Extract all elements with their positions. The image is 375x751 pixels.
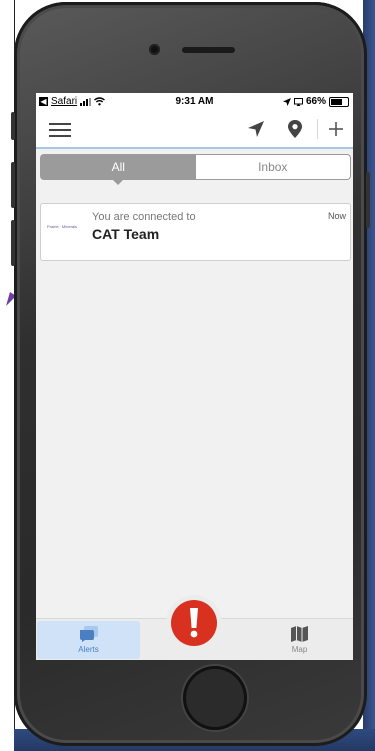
alerts-chat-icon bbox=[79, 626, 98, 642]
map-icon bbox=[291, 626, 308, 642]
volume-up-button bbox=[11, 162, 15, 208]
tab-alerts[interactable]: Alerts bbox=[37, 621, 140, 659]
organization-logo: Prairie ∙ Minerals bbox=[47, 224, 78, 229]
location-services-icon bbox=[282, 97, 291, 106]
alert-list-item[interactable]: Prairie ∙ Minerals You are connected to … bbox=[40, 203, 351, 261]
battery-icon bbox=[329, 96, 349, 107]
add-icon[interactable] bbox=[326, 119, 346, 139]
front-camera bbox=[149, 44, 160, 55]
home-button[interactable] bbox=[183, 666, 247, 730]
alert-subtitle: You are connected to bbox=[92, 211, 196, 223]
emergency-alert-circle bbox=[171, 600, 217, 646]
screenshot-stage: ◀ Safari 9:31 AM 66% All Inbox Prairie ∙… bbox=[0, 0, 375, 751]
nav-divider bbox=[317, 119, 318, 139]
phone-screen: ◀ Safari 9:31 AM 66% All Inbox Prairie ∙… bbox=[36, 93, 353, 660]
tab-inbox[interactable]: Inbox bbox=[196, 155, 351, 179]
mute-switch bbox=[11, 112, 15, 140]
earpiece-speaker bbox=[182, 47, 235, 53]
nav-bar bbox=[36, 111, 353, 149]
battery-fill bbox=[331, 98, 342, 105]
alert-timestamp: Now bbox=[327, 211, 346, 221]
power-button bbox=[366, 172, 370, 228]
tab-map-label: Map bbox=[291, 645, 308, 654]
alert-title: CAT Team bbox=[92, 226, 160, 242]
exclamation-icon bbox=[190, 608, 198, 638]
tab-alerts-label: Alerts bbox=[78, 645, 99, 654]
tab-all[interactable]: All bbox=[41, 155, 196, 185]
hamburger-menu-icon[interactable] bbox=[49, 123, 71, 137]
location-arrow-icon[interactable] bbox=[246, 119, 266, 139]
screen-mirroring-icon bbox=[293, 97, 303, 106]
volume-down-button bbox=[11, 220, 15, 266]
tab-map[interactable]: Map bbox=[248, 621, 351, 659]
status-right: 66% bbox=[282, 96, 349, 107]
status-bar: ◀ Safari 9:31 AM 66% bbox=[36, 93, 353, 111]
emergency-alert-button[interactable] bbox=[166, 595, 222, 651]
feed-filter-segmented-control: All Inbox bbox=[40, 154, 351, 185]
map-pin-icon[interactable] bbox=[285, 119, 305, 139]
battery-percent: 66% bbox=[305, 96, 326, 107]
